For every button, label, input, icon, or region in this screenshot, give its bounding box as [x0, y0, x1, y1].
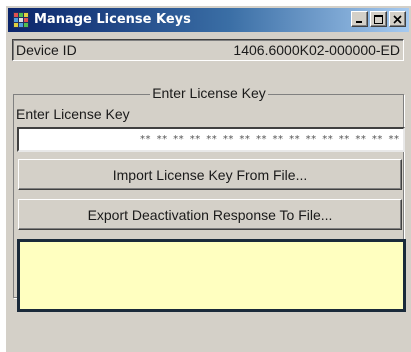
- device-id-value: 1406.6000K02-000000-ED: [233, 42, 400, 58]
- response-text-area[interactable]: [17, 239, 406, 312]
- license-key-label: Enter License Key: [16, 106, 130, 122]
- minimize-icon: [356, 20, 362, 23]
- close-icon: [393, 14, 402, 24]
- device-id-row: Device ID 1406.6000K02-000000-ED: [12, 39, 404, 61]
- maximize-icon: [374, 14, 383, 24]
- export-deactivation-response-button[interactable]: Export Deactivation Response To File...: [18, 199, 402, 230]
- title-bar[interactable]: Manage License Keys: [8, 8, 409, 32]
- minimize-button[interactable]: [351, 11, 368, 27]
- import-license-key-button[interactable]: Import License Key From File...: [18, 159, 402, 190]
- groupbox-title-text: Enter License Key: [150, 85, 268, 101]
- close-button[interactable]: [389, 11, 406, 27]
- app-grid-icon: [13, 12, 29, 28]
- window-controls: [351, 11, 406, 29]
- license-key-input[interactable]: [17, 127, 405, 152]
- manage-license-keys-window: Manage License Keys Device ID 1406.6000K…: [5, 5, 411, 352]
- window-title: Manage License Keys: [34, 12, 191, 27]
- device-id-label: Device ID: [16, 42, 77, 58]
- groupbox-title: Enter License Key: [6, 84, 411, 102]
- maximize-button[interactable]: [370, 11, 387, 27]
